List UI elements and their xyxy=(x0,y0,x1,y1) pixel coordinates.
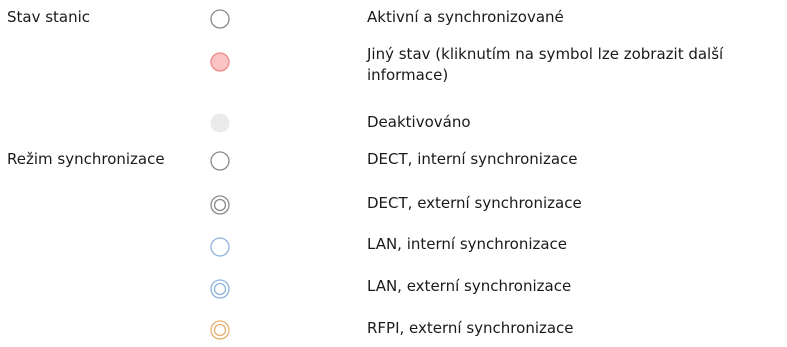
circle-filled-lightgray-icon xyxy=(209,112,231,134)
circle-filled-red-icon xyxy=(209,51,231,73)
double-circle-blue-icon xyxy=(209,278,231,300)
legend-text: LAN, externí synchronizace xyxy=(367,277,572,295)
circle-outline-gray-icon xyxy=(209,8,231,30)
sync-mode-label: Režim synchronizace xyxy=(7,150,165,168)
legend-text: LAN, interní synchronizace xyxy=(367,235,568,253)
legend-text: Jiný stav (kliknutím na symbol lze zobra… xyxy=(367,45,724,84)
double-circle-orange-icon xyxy=(209,319,231,341)
legend-text: Aktivní a synchronizované xyxy=(367,8,564,26)
circle-outline-gray-icon xyxy=(209,150,231,172)
legend-text: DECT, interní synchronizace xyxy=(367,150,578,168)
circle-outline-blue-icon xyxy=(209,236,231,258)
station-status-label: Stav stanic xyxy=(7,8,91,26)
legend-text: RFPI, externí synchronizace xyxy=(367,319,574,337)
legend-text: Deaktivováno xyxy=(367,113,471,131)
legend-text: DECT, externí synchronizace xyxy=(367,194,582,212)
double-circle-gray-icon xyxy=(209,194,231,216)
